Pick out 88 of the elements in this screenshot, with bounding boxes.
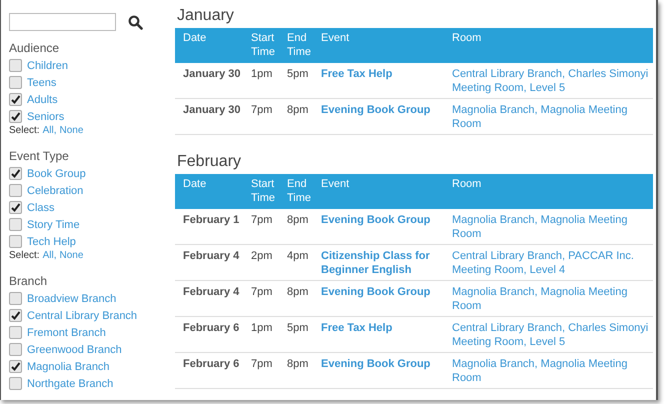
date-cell: February 4 [183, 250, 240, 262]
column-header: Date [183, 178, 206, 190]
filter-option[interactable]: Magnolia Branch [27, 360, 110, 372]
column-header: Room [452, 178, 482, 190]
event-link[interactable]: Evening Book Group [321, 103, 444, 117]
checkbox[interactable] [9, 377, 22, 390]
select-none-link[interactable]: None [59, 250, 84, 264]
month-heading: February [177, 153, 242, 171]
start-time-cell: 7pm [251, 286, 272, 298]
filter-option[interactable]: Broadview Branch [27, 292, 116, 304]
checkbox[interactable] [9, 326, 22, 339]
date-cell: January 30 [183, 68, 240, 80]
column-header: Room [452, 32, 482, 44]
filter-heading: Event Type [9, 149, 70, 163]
column-header: End Time [287, 178, 312, 204]
column-header: End Time [287, 32, 312, 58]
date-cell: February 1 [183, 214, 240, 226]
event-link[interactable]: Evening Book Group [321, 213, 444, 227]
date-cell: February 6 [183, 358, 240, 370]
select-all-link[interactable]: All, [42, 250, 56, 264]
column-header: Start Time [251, 178, 276, 204]
filter-option[interactable]: Central Library Branch [27, 310, 138, 322]
start-time-cell: 7pm [251, 104, 272, 116]
date-cell: February 4 [183, 286, 240, 298]
filter-option[interactable]: Teens [27, 76, 56, 88]
filter-option[interactable]: Fremont Branch [27, 326, 106, 338]
start-time-cell: 2pm [251, 250, 272, 262]
checkbox[interactable] [9, 343, 22, 356]
date-cell: January 30 [183, 104, 240, 116]
date-cell: February 6 [183, 322, 240, 334]
start-time-cell: 7pm [251, 358, 272, 370]
select-none-link[interactable]: None [59, 125, 84, 139]
filter-option[interactable]: Seniors [27, 110, 64, 122]
filter-heading: Audience [9, 41, 60, 55]
checkbox[interactable] [9, 167, 22, 180]
checkbox[interactable] [9, 110, 22, 123]
select-label: Select: [9, 250, 40, 263]
select-all-link[interactable]: All, [42, 125, 56, 139]
room-link[interactable]: Central Library Branch, Charles Simonyi Meeting Room, Level 5 [452, 321, 653, 349]
column-header: Event [321, 32, 350, 44]
start-time-cell: 7pm [251, 214, 272, 226]
column-header: Start Time [251, 32, 276, 58]
search-icon[interactable] [128, 14, 143, 30]
event-link[interactable]: Free Tax Help [321, 321, 444, 335]
checkbox[interactable] [9, 218, 22, 231]
start-time-cell: 1pm [251, 68, 272, 80]
end-time-cell: 8pm [287, 358, 308, 370]
filter-option[interactable]: Story Time [27, 218, 80, 230]
checkbox[interactable] [9, 93, 22, 106]
filter-option[interactable]: Adults [27, 94, 58, 106]
room-link[interactable]: Central Library Branch, PACCAR Inc. Meeting Room, Level 4 [452, 249, 653, 277]
start-time-cell: 1pm [251, 322, 272, 334]
filter-option[interactable]: Book Group [27, 168, 86, 180]
checkbox[interactable] [9, 201, 22, 214]
filter-option[interactable]: Celebration [27, 184, 84, 196]
filter-option[interactable]: Tech Help [27, 236, 76, 248]
end-time-cell: 8pm [287, 104, 308, 116]
checkbox[interactable] [9, 309, 22, 322]
room-link[interactable]: Magnolia Branch, Magnolia Meeting Room [452, 285, 653, 313]
checkbox[interactable] [9, 76, 22, 89]
end-time-cell: 5pm [287, 322, 308, 334]
checkbox[interactable] [9, 184, 22, 197]
filter-option[interactable]: Children [27, 60, 68, 72]
end-time-cell: 8pm [287, 286, 308, 298]
end-time-cell: 8pm [287, 214, 308, 226]
end-time-cell: 4pm [287, 250, 308, 262]
room-link[interactable]: Magnolia Branch, Magnolia Meeting Room [452, 213, 653, 241]
event-link[interactable]: Evening Book Group [321, 357, 444, 371]
room-link[interactable]: Central Library Branch, Charles Simonyi Meeting Room, Level 5 [452, 67, 653, 95]
checkbox[interactable] [9, 59, 22, 72]
search-field[interactable] [9, 13, 116, 31]
month-heading: January [177, 7, 235, 25]
event-link[interactable]: Evening Book Group [321, 285, 444, 299]
checkbox[interactable] [9, 292, 22, 305]
filter-option[interactable]: Greenwood Branch [27, 344, 122, 356]
filter-heading: Branch [9, 274, 48, 288]
room-link[interactable]: Magnolia Branch, Magnolia Meeting Room [452, 357, 653, 385]
event-link[interactable]: Citizenship Class for Beginner English [321, 249, 444, 277]
checkbox[interactable] [9, 360, 22, 373]
end-time-cell: 5pm [287, 68, 308, 80]
column-header: Date [183, 32, 206, 44]
select-label: Select: [9, 125, 40, 138]
filter-option[interactable]: Class [27, 202, 55, 214]
column-header: Event [321, 178, 350, 190]
room-link[interactable]: Magnolia Branch, Magnolia Meeting Room [452, 103, 653, 131]
checkbox[interactable] [9, 235, 22, 248]
event-link[interactable]: Free Tax Help [321, 67, 444, 81]
filter-option[interactable]: Northgate Branch [27, 378, 114, 390]
